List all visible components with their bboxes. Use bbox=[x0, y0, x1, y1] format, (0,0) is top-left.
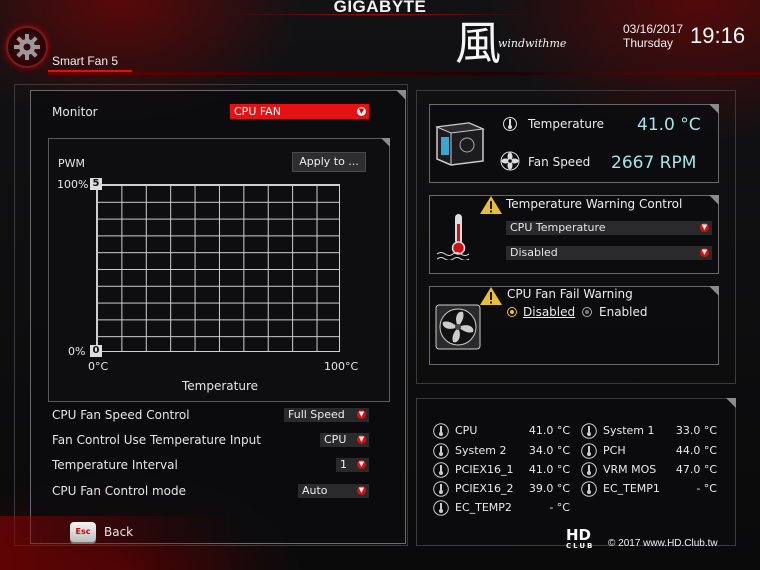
setting-label-temperature-interval: Temperature Interval bbox=[52, 458, 178, 472]
temp-name-vrm-mos: VRM MOS bbox=[603, 463, 657, 476]
fan-speed-label: Fan Speed bbox=[528, 155, 591, 169]
apply-to-button[interactable]: Apply to ... bbox=[292, 152, 366, 172]
gear-icon bbox=[14, 34, 40, 60]
fan-fail-enabled-label[interactable]: Enabled bbox=[599, 305, 648, 319]
date-display: 03/16/2017 Thursday bbox=[623, 22, 683, 50]
fan-fail-enabled-radio[interactable] bbox=[582, 307, 592, 317]
control-mode-select[interactable]: Auto ▼ bbox=[298, 484, 369, 498]
speed-control-value: Full Speed bbox=[288, 408, 345, 421]
x-axis-title: Temperature bbox=[182, 379, 259, 393]
setting-label-temperature-input: Fan Control Use Temperature Input bbox=[52, 433, 261, 447]
thermometer-icon bbox=[581, 423, 597, 439]
weekday: Thursday bbox=[623, 36, 674, 50]
temperature-interval-select[interactable]: 1 ▼ bbox=[336, 458, 369, 472]
thermometer-icon bbox=[433, 423, 449, 439]
fan-icon bbox=[500, 151, 520, 175]
warning-source-value: CPU Temperature bbox=[510, 221, 606, 234]
temp-name-system-1: System 1 bbox=[603, 424, 655, 437]
warning-state-value: Disabled bbox=[510, 246, 558, 259]
temp-value-pciex16-1: 41.0 °C bbox=[528, 463, 570, 476]
monitor-select-value: CPU FAN bbox=[234, 105, 281, 118]
temp-value-pch: 44.0 °C bbox=[675, 444, 717, 457]
hdclub-logo: HD CLUB bbox=[566, 528, 595, 551]
watermark-text: © 2017 www.HD.Club.tw bbox=[608, 538, 718, 549]
x-axis-max-label: 100°C bbox=[324, 360, 359, 373]
curve-point-top[interactable]: 5 bbox=[90, 178, 102, 190]
temp-value-pciex16-2: 39.0 °C bbox=[528, 482, 570, 495]
thermometer-icon bbox=[503, 116, 517, 136]
temp-value-system-2: 34.0 °C bbox=[528, 444, 570, 457]
thermometer-icon bbox=[581, 481, 597, 497]
warning-source-select[interactable]: CPU Temperature ▼ bbox=[506, 221, 712, 235]
temp-value-ec-temp1: - °C bbox=[696, 482, 717, 495]
back-button[interactable]: Back bbox=[104, 525, 133, 539]
warning-state-select[interactable]: Disabled ▼ bbox=[506, 246, 712, 260]
temp-name-ec-temp2: EC_TEMP2 bbox=[455, 501, 512, 514]
temp-name-system-2: System 2 bbox=[455, 444, 507, 457]
curve-point-bottom[interactable]: 0 bbox=[90, 345, 102, 357]
chevron-down-icon: ▼ bbox=[700, 223, 709, 232]
fan-curve-grid[interactable] bbox=[96, 184, 340, 352]
thermometer-icon bbox=[581, 443, 597, 459]
esc-key-icon[interactable]: Esc bbox=[70, 522, 96, 542]
temperature-input-value: CPU bbox=[324, 433, 347, 446]
fan-unit-icon bbox=[435, 304, 481, 354]
hdclub-logo-bottom: CLUB bbox=[566, 542, 595, 550]
speed-control-select[interactable]: Full Speed ▼ bbox=[284, 408, 369, 422]
monitor-label: Monitor bbox=[52, 105, 98, 119]
fan-speed-value: 2667 RPM bbox=[611, 153, 697, 173]
chevron-down-icon: ▼ bbox=[357, 107, 366, 116]
thermometer-icon bbox=[433, 500, 449, 516]
temp-name-ec-temp1: EC_TEMP1 bbox=[603, 482, 660, 495]
pwm-axis-label: PWM bbox=[58, 157, 86, 170]
temp-value-system-1: 33.0 °C bbox=[675, 424, 717, 437]
y-axis-min-label: 0% bbox=[68, 345, 86, 358]
header-bar-right bbox=[520, 72, 760, 75]
pc-case-icon bbox=[433, 115, 487, 171]
thermometer-heat-icon bbox=[435, 212, 475, 264]
fan-fail-disabled-label[interactable]: Disabled bbox=[523, 305, 575, 319]
warning-icon bbox=[479, 195, 503, 219]
setting-label-control-mode: CPU Fan Control mode bbox=[52, 484, 187, 498]
chevron-down-icon: ▼ bbox=[700, 248, 709, 257]
fan-fail-disabled-radio[interactable] bbox=[507, 307, 517, 317]
date: 03/16/2017 bbox=[623, 22, 684, 36]
brand-logo: GIGABYTE bbox=[333, 0, 427, 16]
setting-label-speed-control: CPU Fan Speed Control bbox=[52, 408, 190, 422]
chevron-down-icon: ▼ bbox=[357, 410, 366, 419]
wind-logo-text: windwithme bbox=[498, 37, 567, 50]
chevron-down-icon: ▼ bbox=[357, 460, 366, 469]
temperature-warning-title: Temperature Warning Control bbox=[506, 197, 683, 211]
temp-name-pch: PCH bbox=[603, 444, 626, 457]
thermometer-icon bbox=[433, 481, 449, 497]
temp-value-cpu: 41.0 °C bbox=[528, 424, 570, 437]
y-axis-max-label: 100% bbox=[57, 178, 89, 191]
fan-fail-warning-title: CPU Fan Fail Warning bbox=[507, 287, 633, 301]
chevron-down-icon: ▼ bbox=[357, 486, 366, 495]
temperature-input-select[interactable]: CPU ▼ bbox=[320, 433, 369, 447]
settings-gear-button[interactable] bbox=[6, 26, 48, 68]
warning-icon bbox=[479, 286, 503, 310]
thermometer-icon bbox=[433, 462, 449, 478]
x-axis-min-label: 0°C bbox=[88, 360, 109, 373]
temperature-label: Temperature bbox=[528, 117, 605, 131]
temp-name-cpu: CPU bbox=[455, 424, 478, 437]
temp-value-ec-temp2: - °C bbox=[549, 501, 570, 514]
page-title: Smart Fan 5 bbox=[52, 54, 119, 68]
chevron-down-icon: ▼ bbox=[357, 435, 366, 444]
header-divider bbox=[230, 14, 530, 15]
thermometer-icon bbox=[433, 443, 449, 459]
temperature-value: 41.0 °C bbox=[637, 115, 701, 135]
temp-value-vrm-mos: 47.0 °C bbox=[675, 463, 717, 476]
control-mode-value: Auto bbox=[302, 484, 328, 497]
clock: 19:16 bbox=[690, 23, 746, 48]
temperature-interval-value: 1 bbox=[340, 458, 347, 471]
monitor-select[interactable]: CPU FAN ▼ bbox=[230, 104, 369, 119]
temp-name-pciex16-2: PCIEX16_2 bbox=[455, 482, 514, 495]
thermometer-icon bbox=[581, 462, 597, 478]
temp-name-pciex16-1: PCIEX16_1 bbox=[455, 463, 514, 476]
wind-logo-glyph: 風 bbox=[455, 16, 501, 70]
